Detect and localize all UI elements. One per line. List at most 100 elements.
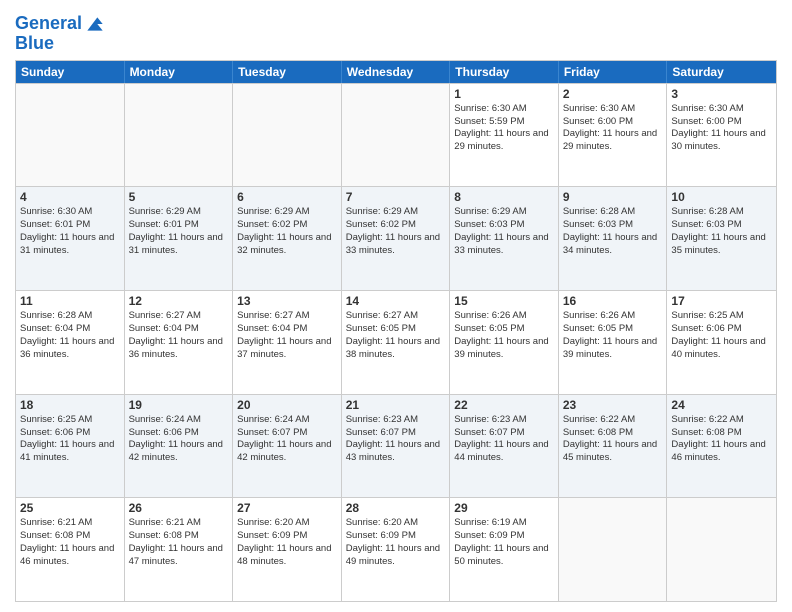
cal-cell: 24 Sunrise: 6:22 AMSunset: 6:08 PMDayligh…	[667, 395, 776, 498]
cal-header-monday: Monday	[125, 61, 234, 83]
sunset: Sunset: 6:06 PM	[671, 323, 772, 336]
logo-text: General	[15, 14, 82, 34]
sunrise: Sunrise: 6:24 AM	[129, 414, 229, 427]
cal-cell: 4Sunrise: 6:30 AMSunset: 6:01 PMDaylight…	[16, 187, 125, 290]
sunrise: Sunrise: 6:28 AM	[20, 310, 120, 323]
day-number: 21	[346, 398, 446, 412]
cal-cell	[667, 498, 776, 601]
daylight: Daylight: 11 hours and 32 minutes.	[237, 232, 337, 258]
calendar: SundayMondayTuesdayWednesdayThursdayFrid…	[15, 60, 777, 602]
day-number: 8	[454, 190, 554, 204]
cal-cell: 29Sunrise: 6:19 AMSunset: 6:09 PMDayligh…	[450, 498, 559, 601]
sunset: Sunset: 6:08 PM	[20, 530, 120, 543]
sunset: Sunset: 6:04 PM	[237, 323, 337, 336]
daylight: Daylight: 11 hours and 36 minutes.	[129, 336, 229, 362]
sunset: Sunset: 6:08 PM	[671, 427, 772, 440]
daylight: Daylight: 11 hours and 30 minutes.	[671, 128, 772, 154]
day-number: 12	[129, 294, 229, 308]
day-number: 3	[671, 87, 772, 101]
daylight: Daylight: 11 hours and 41 minutes.	[20, 439, 120, 465]
daylight: Daylight: 11 hours and 33 minutes.	[346, 232, 446, 258]
sunset: Sunset: 5:59 PM	[454, 116, 554, 129]
cal-cell: 15Sunrise: 6:26 AMSunset: 6:05 PMDayligh…	[450, 291, 559, 394]
day-number: 17	[671, 294, 772, 308]
day-number: 27	[237, 501, 337, 515]
daylight: Daylight: 11 hours and 35 minutes.	[671, 232, 772, 258]
cal-header-saturday: Saturday	[667, 61, 776, 83]
cal-cell: 6Sunrise: 6:29 AMSunset: 6:02 PMDaylight…	[233, 187, 342, 290]
daylight: Daylight: 11 hours and 42 minutes.	[129, 439, 229, 465]
header: General Blue	[15, 10, 777, 54]
cal-cell: 9Sunrise: 6:28 AMSunset: 6:03 PMDaylight…	[559, 187, 668, 290]
sunrise: Sunrise: 6:30 AM	[454, 103, 554, 116]
daylight: Daylight: 11 hours and 38 minutes.	[346, 336, 446, 362]
day-number: 15	[454, 294, 554, 308]
sunset: Sunset: 6:07 PM	[454, 427, 554, 440]
cal-header-sunday: Sunday	[16, 61, 125, 83]
cal-header-friday: Friday	[559, 61, 668, 83]
day-number: 16	[563, 294, 663, 308]
sunset: Sunset: 6:03 PM	[671, 219, 772, 232]
day-number: 4	[20, 190, 120, 204]
sunset: Sunset: 6:04 PM	[20, 323, 120, 336]
daylight: Daylight: 11 hours and 36 minutes.	[20, 336, 120, 362]
sunset: Sunset: 6:01 PM	[20, 219, 120, 232]
sunrise: Sunrise: 6:21 AM	[20, 517, 120, 530]
cal-cell: 18Sunrise: 6:25 AMSunset: 6:06 PMDayligh…	[16, 395, 125, 498]
daylight: Daylight: 11 hours and 37 minutes.	[237, 336, 337, 362]
cal-week-5: 25Sunrise: 6:21 AMSunset: 6:08 PMDayligh…	[16, 497, 776, 601]
day-number: 26	[129, 501, 229, 515]
daylight: Daylight: 11 hours and 47 minutes.	[129, 543, 229, 569]
day-number: 24	[671, 398, 772, 412]
cal-cell: 19 Sunrise: 6:24 AMSunset: 6:06 PMDayligh…	[125, 395, 234, 498]
cal-cell: 25Sunrise: 6:21 AMSunset: 6:08 PMDayligh…	[16, 498, 125, 601]
sunset: Sunset: 6:03 PM	[563, 219, 663, 232]
daylight: Daylight: 11 hours and 45 minutes.	[563, 439, 663, 465]
daylight: Daylight: 11 hours and 44 minutes.	[454, 439, 554, 465]
sunrise: Sunrise: 6:23 AM	[346, 414, 446, 427]
cal-cell: 22Sunrise: 6:23 AMSunset: 6:07 PMDayligh…	[450, 395, 559, 498]
sunrise: Sunrise: 6:20 AM	[237, 517, 337, 530]
sunrise: Sunrise: 6:21 AM	[129, 517, 229, 530]
daylight: Daylight: 11 hours and 49 minutes.	[346, 543, 446, 569]
cal-cell: 26 Sunrise: 6:21 AMSunset: 6:08 PMDayligh…	[125, 498, 234, 601]
cal-cell	[125, 84, 234, 187]
day-number: 5	[129, 190, 229, 204]
sunset: Sunset: 6:09 PM	[454, 530, 554, 543]
cal-cell	[559, 498, 668, 601]
cal-cell: 11Sunrise: 6:28 AMSunset: 6:04 PMDayligh…	[16, 291, 125, 394]
day-number: 13	[237, 294, 337, 308]
day-number: 23	[563, 398, 663, 412]
day-number: 18	[20, 398, 120, 412]
sunset: Sunset: 6:07 PM	[346, 427, 446, 440]
cal-cell: 16Sunrise: 6:26 AMSunset: 6:05 PMDayligh…	[559, 291, 668, 394]
logo: General Blue	[15, 14, 104, 54]
day-number: 19	[129, 398, 229, 412]
sunset: Sunset: 6:08 PM	[129, 530, 229, 543]
sunrise: Sunrise: 6:28 AM	[671, 206, 772, 219]
cal-week-3: 11Sunrise: 6:28 AMSunset: 6:04 PMDayligh…	[16, 290, 776, 394]
sunset: Sunset: 6:06 PM	[129, 427, 229, 440]
sunrise: Sunrise: 6:22 AM	[671, 414, 772, 427]
cal-cell: 17Sunrise: 6:25 AMSunset: 6:06 PMDayligh…	[667, 291, 776, 394]
cal-header-thursday: Thursday	[450, 61, 559, 83]
sunrise: Sunrise: 6:29 AM	[237, 206, 337, 219]
sunrise: Sunrise: 6:24 AM	[237, 414, 337, 427]
cal-cell: 21Sunrise: 6:23 AMSunset: 6:07 PMDayligh…	[342, 395, 451, 498]
daylight: Daylight: 11 hours and 31 minutes.	[20, 232, 120, 258]
sunrise: Sunrise: 6:20 AM	[346, 517, 446, 530]
cal-cell	[16, 84, 125, 187]
daylight: Daylight: 11 hours and 46 minutes.	[671, 439, 772, 465]
sunset: Sunset: 6:00 PM	[563, 116, 663, 129]
logo-icon	[84, 14, 104, 34]
cal-cell: 1Sunrise: 6:30 AMSunset: 5:59 PMDaylight…	[450, 84, 559, 187]
sunset: Sunset: 6:02 PM	[346, 219, 446, 232]
day-number: 10	[671, 190, 772, 204]
page: General Blue SundayMondayTuesdayWednesda…	[0, 0, 792, 612]
daylight: Daylight: 11 hours and 39 minutes.	[454, 336, 554, 362]
cal-cell: 27Sunrise: 6:20 AMSunset: 6:09 PMDayligh…	[233, 498, 342, 601]
cal-cell: 20Sunrise: 6:24 AMSunset: 6:07 PMDayligh…	[233, 395, 342, 498]
day-number: 22	[454, 398, 554, 412]
cal-week-4: 18Sunrise: 6:25 AMSunset: 6:06 PMDayligh…	[16, 394, 776, 498]
daylight: Daylight: 11 hours and 33 minutes.	[454, 232, 554, 258]
